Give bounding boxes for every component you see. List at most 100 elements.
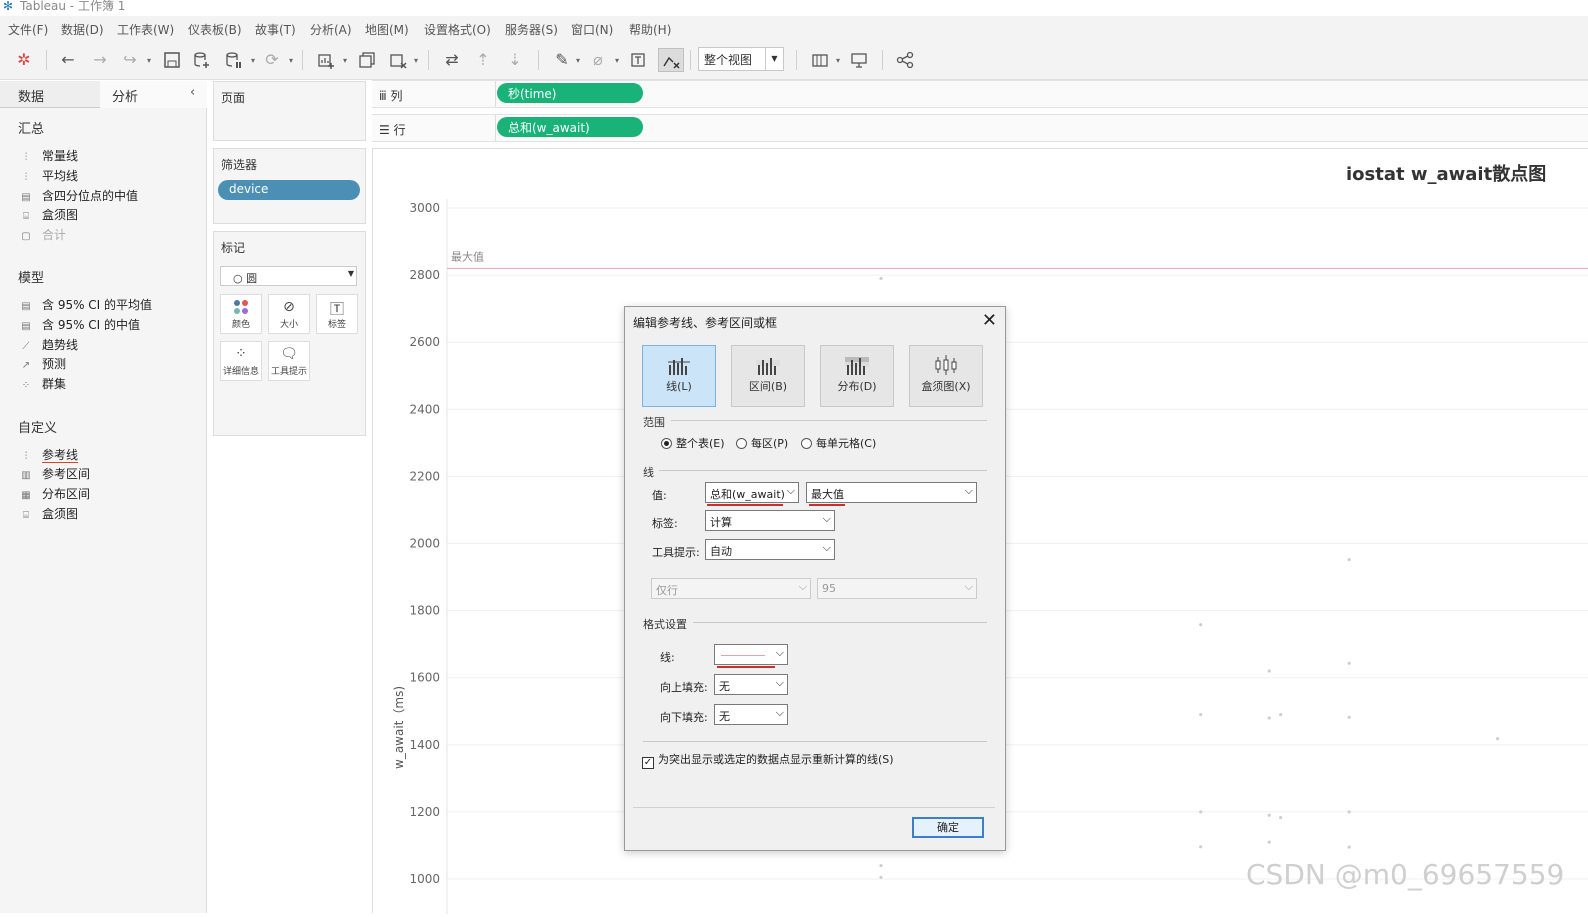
save-icon[interactable] <box>160 48 184 72</box>
new-worksheet-icon[interactable] <box>314 48 338 72</box>
swap-rows-columns-icon[interactable]: ⇄ <box>440 48 464 72</box>
value-aggregation-select[interactable]: 最大值 ⌵ <box>806 482 977 503</box>
pause-datasource-icon[interactable] <box>222 48 246 72</box>
sort-ascending-icon[interactable]: ⇡ <box>471 48 495 72</box>
y-tick-label: 1200 <box>409 805 440 819</box>
analytics-item-reference-band[interactable]: ▥ 参考区间 <box>18 465 90 483</box>
marks-size-button[interactable]: ⊘ 大小 <box>268 294 310 334</box>
analytics-item-median-ci[interactable]: ▤ 含 95% CI 的中值 <box>18 316 140 334</box>
analytics-item-distribution-band[interactable]: ▦ 分布区间 <box>18 485 90 503</box>
tab-box-plot[interactable]: 盒须图(X) <box>909 345 983 407</box>
menu-story[interactable]: 故事(T) <box>255 21 296 38</box>
menu-server[interactable]: 服务器(S) <box>505 21 558 38</box>
y-tick-label: 1000 <box>409 872 440 886</box>
recalculate-checkbox[interactable]: ✓ 为突出显示或选定的数据点显示重新计算的线(S) <box>642 751 894 769</box>
line-format-select[interactable]: ⌵ <box>714 644 788 665</box>
new-datasource-icon[interactable] <box>190 48 214 72</box>
analytics-item-average-line[interactable]: ⫶ 平均线 <box>18 167 78 185</box>
close-icon[interactable]: ✕ <box>982 310 997 331</box>
scope-per-pane-radio[interactable]: 每区(P) <box>736 435 788 451</box>
show-mark-labels-icon[interactable] <box>626 48 650 72</box>
ci-level-select[interactable]: 95 ⌵ <box>817 578 977 599</box>
fit-view-select[interactable]: 整个视图 ▼ <box>698 47 784 71</box>
redo-icon[interactable]: → <box>88 48 112 72</box>
share-icon[interactable] <box>893 48 917 72</box>
tab-data[interactable]: 数据 <box>0 81 100 108</box>
analytics-item-box-plot[interactable]: ⌸ 盒须图 <box>18 206 78 224</box>
reference-line-icon: ⫶ <box>24 451 28 462</box>
columns-pill[interactable]: 秒(time) <box>497 83 643 103</box>
refresh-icon[interactable]: ⟳ <box>260 48 284 72</box>
line-format-label: 线: <box>660 651 675 664</box>
menu-map[interactable]: 地图(M) <box>365 21 409 38</box>
mark-type-select[interactable]: ○ 圆 ▼ <box>220 266 357 286</box>
analytics-item-constant-line[interactable]: ⫶ 常量线 <box>18 147 78 165</box>
fill-below-select[interactable]: 无 ⌵ <box>714 704 788 725</box>
clear-sheet-icon[interactable] <box>386 48 410 72</box>
label-select[interactable]: 计算 ⌵ <box>705 510 835 531</box>
tooltip-icon: 🗨 <box>280 346 298 362</box>
fill-above-label: 向上填充: <box>660 681 708 694</box>
marks-label-button[interactable]: 🅃 标签 <box>316 294 358 334</box>
analytics-item-avg-ci[interactable]: ▤ 含 95% CI 的平均值 <box>18 296 152 314</box>
chevron-down-icon: ⌵ <box>822 512 831 525</box>
edit-reference-line-dialog: 编辑参考线、参考区间或框 ✕ 线(L) 区间(B) 分布(D) 盒须图(X) 范… <box>624 306 1006 851</box>
tab-distribution[interactable]: 分布(D) <box>820 345 894 407</box>
tooltip-select[interactable]: 自动 ⌵ <box>705 539 835 560</box>
tab-data-label: 数据 <box>18 90 45 105</box>
replay-icon[interactable]: ↪ <box>118 48 142 72</box>
analytics-item-totals[interactable]: ▢ 合计 <box>18 226 66 244</box>
rows-pill[interactable]: 总和(w_await) <box>497 117 643 137</box>
tab-band[interactable]: 区间(B) <box>731 345 805 407</box>
group-members-icon[interactable]: ⌀ <box>586 48 610 72</box>
data-point <box>1267 813 1271 817</box>
menu-help[interactable]: 帮助(H) <box>629 21 671 38</box>
collapse-pane-icon[interactable]: ‹ <box>190 85 195 100</box>
menu-format[interactable]: 设置格式(O) <box>424 21 491 38</box>
tableau-icon[interactable]: ✲ <box>12 48 36 72</box>
chevron-down-icon: ⌵ <box>775 646 784 659</box>
menu-window[interactable]: 窗口(N) <box>571 21 613 38</box>
presentation-mode-icon[interactable] <box>847 48 871 72</box>
marks-color-button[interactable]: 颜色 <box>220 294 262 334</box>
marks-label: 标记 <box>221 241 246 255</box>
undo-icon[interactable]: ← <box>56 48 80 72</box>
label-icon: 🅃 <box>330 302 344 318</box>
value-field-select[interactable]: 总和(w_await) ⌵ <box>705 482 799 503</box>
ci-scope-select[interactable]: 仅行 ⌵ <box>651 578 811 599</box>
fix-axes-icon[interactable] <box>658 48 684 72</box>
show-cards-icon[interactable] <box>808 48 832 72</box>
scope-per-cell-radio[interactable]: 每单元格(C) <box>801 435 876 451</box>
scope-entire-table-radio[interactable]: 整个表(E) <box>661 435 725 451</box>
y-tick-label: 2600 <box>409 335 440 349</box>
filter-pill-device[interactable]: device <box>218 180 360 200</box>
menu-dashboard[interactable]: 仪表板(B) <box>188 21 242 38</box>
tab-line[interactable]: 线(L) <box>642 345 716 407</box>
summary-header: 汇总 <box>18 122 45 137</box>
chevron-down-icon: ▼ <box>347 269 354 278</box>
menu-worksheet[interactable]: 工作表(W) <box>117 21 174 38</box>
highlight-icon[interactable]: ✎ <box>550 48 574 72</box>
tab-analysis[interactable]: 分析 ‹ <box>100 81 207 108</box>
size-icon: ⊘ <box>283 299 295 315</box>
menu-data[interactable]: 数据(D) <box>61 21 104 38</box>
marks-detail-button[interactable]: ⁘ 详细信息 <box>220 341 262 381</box>
duplicate-sheet-icon[interactable] <box>355 48 379 72</box>
median-quartiles-icon: ▤ <box>21 192 31 203</box>
marks-tooltip-button[interactable]: 🗨 工具提示 <box>268 341 310 381</box>
data-point <box>879 863 883 868</box>
analytics-item-forecast[interactable]: ↗ 预测 <box>18 355 66 373</box>
pages-shelf[interactable]: 页面 <box>213 81 366 141</box>
analytics-item-median-quartiles[interactable]: ▤ 含四分位点的中值 <box>18 187 138 205</box>
menu-analysis[interactable]: 分析(A) <box>310 21 352 38</box>
analytics-item-trend-line[interactable]: ⟋ 趋势线 <box>18 336 79 354</box>
menu-file[interactable]: 文件(F) <box>8 21 48 38</box>
fill-above-select[interactable]: 无 ⌵ <box>714 674 788 695</box>
ok-button[interactable]: 确定 <box>912 817 984 838</box>
sort-descending-icon[interactable]: ⇣ <box>503 48 527 72</box>
analytics-item-cluster[interactable]: ⁘ 群集 <box>18 375 66 393</box>
y-tick-label: 2000 <box>409 537 440 551</box>
analytics-item-custom-box-plot[interactable]: ⌸ 盒须图 <box>18 505 78 523</box>
analytics-item-reference-line[interactable]: ⫶ 参考线 <box>18 446 79 464</box>
average-line-icon: ⫶ <box>24 172 28 183</box>
